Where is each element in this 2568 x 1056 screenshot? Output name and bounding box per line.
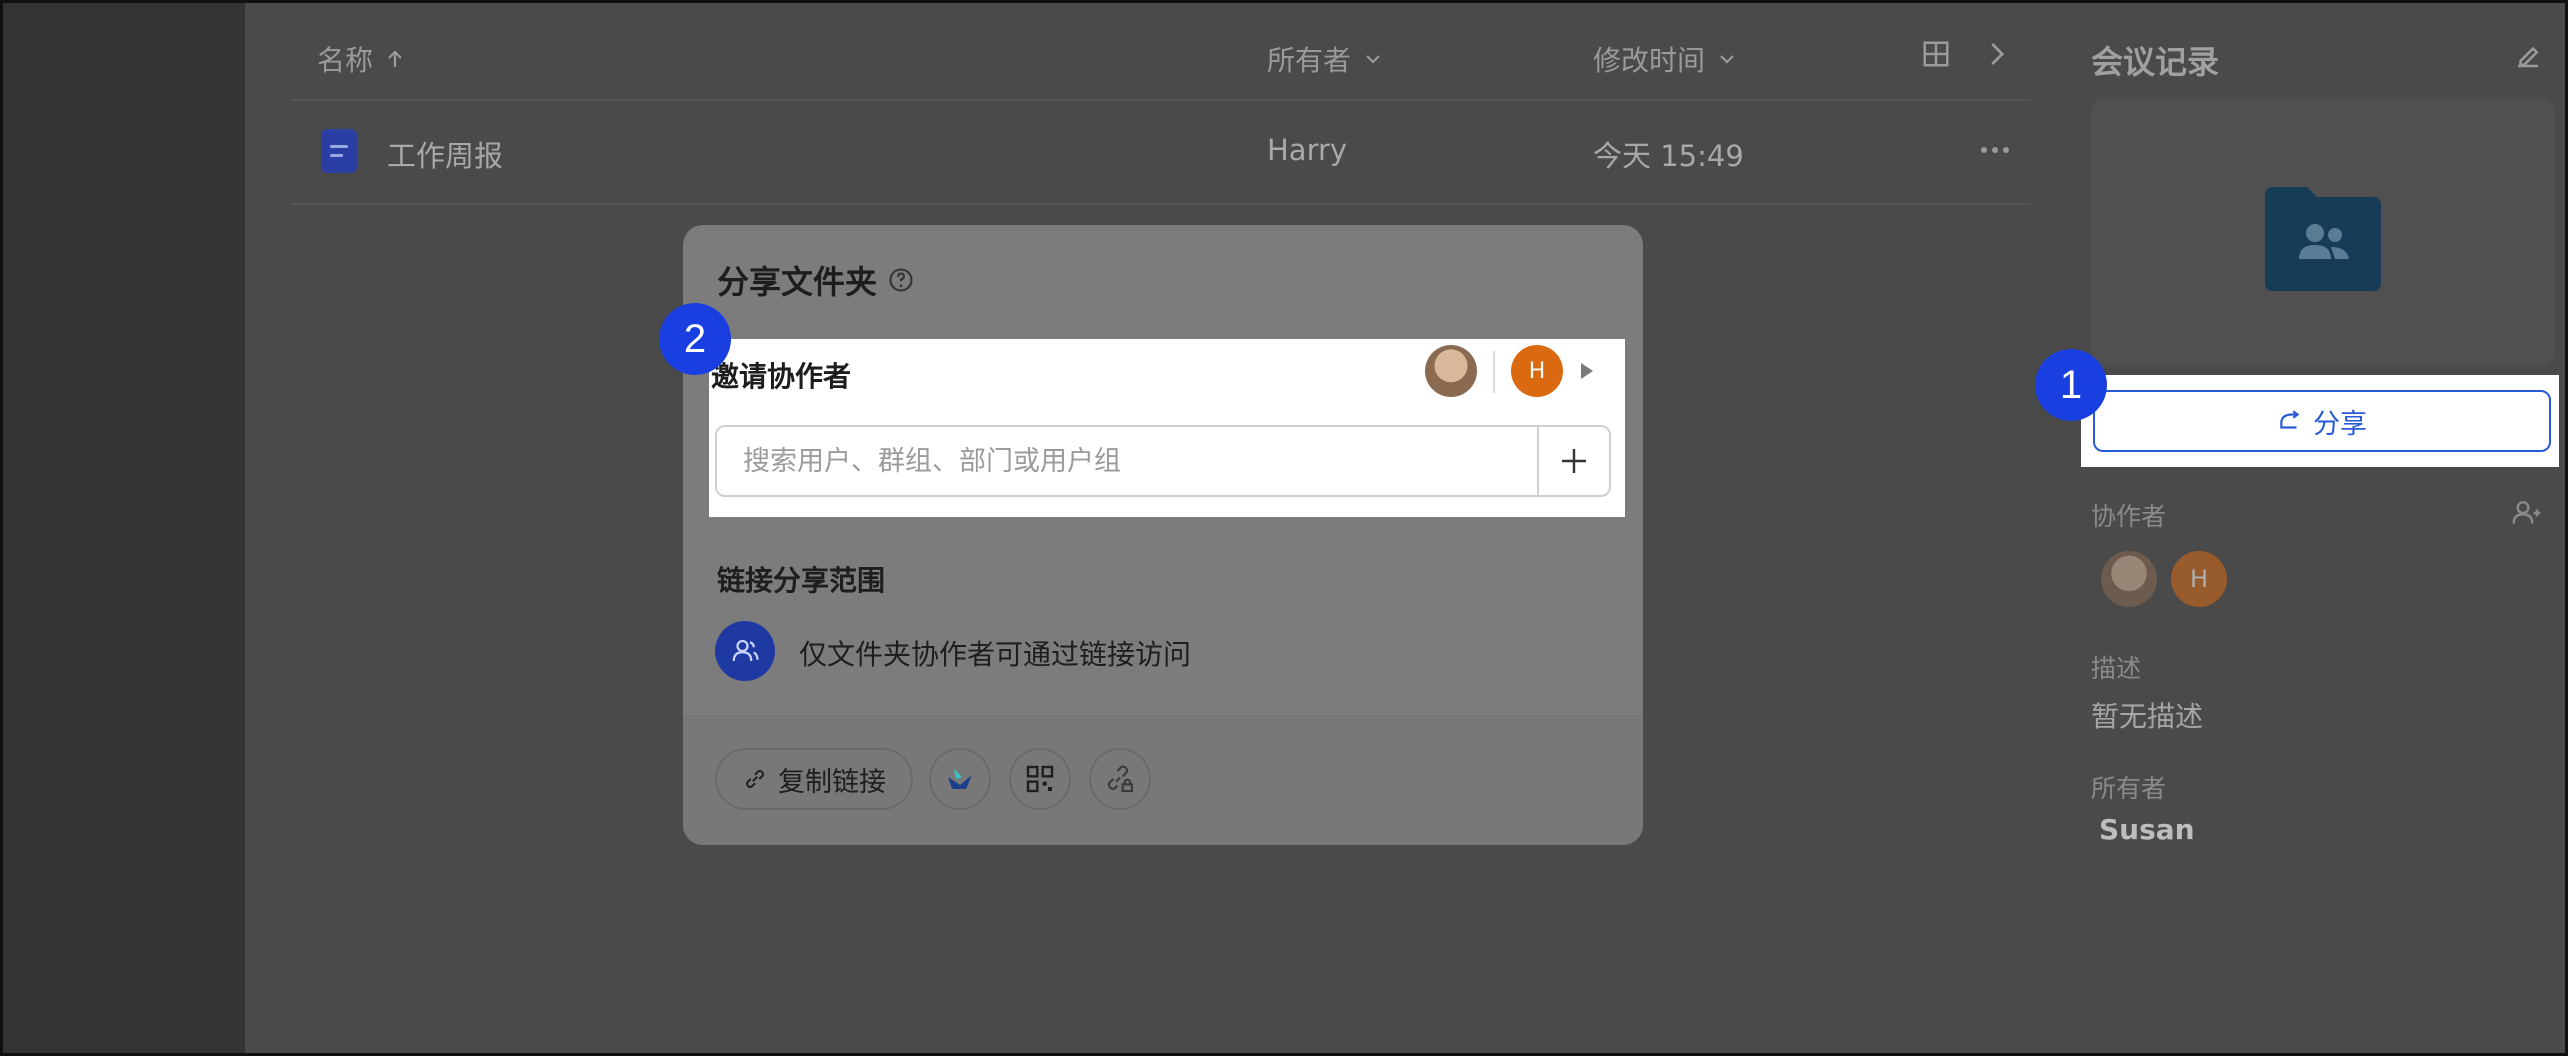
column-name-label: 名称 — [317, 44, 374, 77]
expand-collaborators-icon[interactable] — [1581, 363, 1593, 379]
dialog-title: 分享文件夹 — [717, 257, 915, 303]
divider — [1493, 351, 1495, 393]
collaborators-label: 协作者 — [2091, 502, 2167, 531]
avatar[interactable] — [2101, 551, 2157, 607]
avatar[interactable]: H — [1511, 345, 1563, 397]
chevron-right-icon — [1991, 43, 2005, 65]
column-name[interactable]: 名称 — [317, 39, 407, 79]
step-badge-2: 2 — [659, 303, 731, 375]
app-window: 名称 所有者 修改时间 工作周报 Harry 今天 15:49 会议记录 分享 … — [0, 0, 2568, 1056]
more-icon[interactable] — [1979, 145, 2011, 155]
owner-value: Susan — [2099, 813, 2195, 846]
share-icon — [2280, 410, 2300, 429]
chevron-down-icon — [1366, 55, 1380, 64]
help-icon[interactable] — [887, 266, 915, 294]
dialog-title-text: 分享文件夹 — [717, 263, 878, 301]
qr-code-icon — [1026, 765, 1054, 793]
share-button[interactable]: 分享 — [2093, 390, 2551, 452]
file-list-header: 名称 所有者 修改时间 — [291, 33, 2031, 99]
table-row[interactable]: 工作周报 Harry 今天 15:49 — [291, 101, 2031, 201]
share-button-label: 分享 — [2313, 408, 2367, 440]
left-sidebar — [3, 3, 245, 1053]
column-modified-label: 修改时间 — [1593, 44, 1706, 77]
file-modified: 今天 15:49 — [1593, 139, 1744, 173]
panel-title: 会议记录 — [2091, 43, 2220, 81]
invite-title: 邀请协作者 — [711, 360, 852, 393]
chevron-down-icon — [1720, 55, 1734, 64]
link-scope-title: 链接分享范围 — [717, 564, 886, 597]
copy-link-label: 复制链接 — [778, 766, 886, 798]
link-icon — [746, 770, 764, 788]
edit-icon[interactable] — [2513, 41, 2543, 71]
avatar-initial: H — [1528, 358, 1546, 384]
send-to-chat-button[interactable] — [929, 748, 991, 810]
search-input[interactable] — [717, 427, 1537, 495]
link-permission-button[interactable] — [1089, 748, 1151, 810]
link-scope-option[interactable]: 仅文件夹协作者可通过链接访问 — [799, 633, 1191, 673]
shared-folder-icon — [2265, 187, 2381, 291]
link-lock-icon — [1107, 765, 1134, 793]
copy-link-button[interactable]: 复制链接 — [715, 748, 913, 810]
collaborators-icon — [715, 621, 775, 681]
owner-label: 所有者 — [2091, 774, 2167, 803]
qr-code-button[interactable] — [1009, 748, 1071, 810]
avatar[interactable]: H — [2171, 551, 2227, 607]
column-owner[interactable]: 所有者 — [1267, 39, 1385, 79]
description-label: 描述 — [2091, 654, 2142, 683]
search-field — [715, 425, 1611, 497]
collapse-panel-button[interactable] — [1981, 39, 2011, 69]
file-owner: Harry — [1267, 133, 1348, 167]
messenger-icon — [948, 769, 972, 789]
manage-collaborators-icon[interactable] — [2511, 497, 2543, 529]
grid-view-button[interactable] — [1921, 39, 1951, 69]
avatar-initial: H — [2189, 565, 2209, 593]
file-name: 工作周报 — [387, 139, 504, 173]
divider — [291, 203, 2031, 205]
column-owner-label: 所有者 — [1267, 44, 1352, 77]
avatar[interactable] — [1425, 345, 1477, 397]
arrow-up-icon — [388, 50, 402, 67]
description-value: 暂无描述 — [2091, 700, 2204, 733]
grid-icon — [1923, 41, 1949, 67]
step-badge-1: 1 — [2035, 349, 2107, 421]
column-modified[interactable]: 修改时间 — [1593, 39, 1739, 79]
document-icon — [321, 129, 357, 173]
plus-icon — [1562, 449, 1586, 473]
add-button[interactable] — [1537, 427, 1609, 495]
